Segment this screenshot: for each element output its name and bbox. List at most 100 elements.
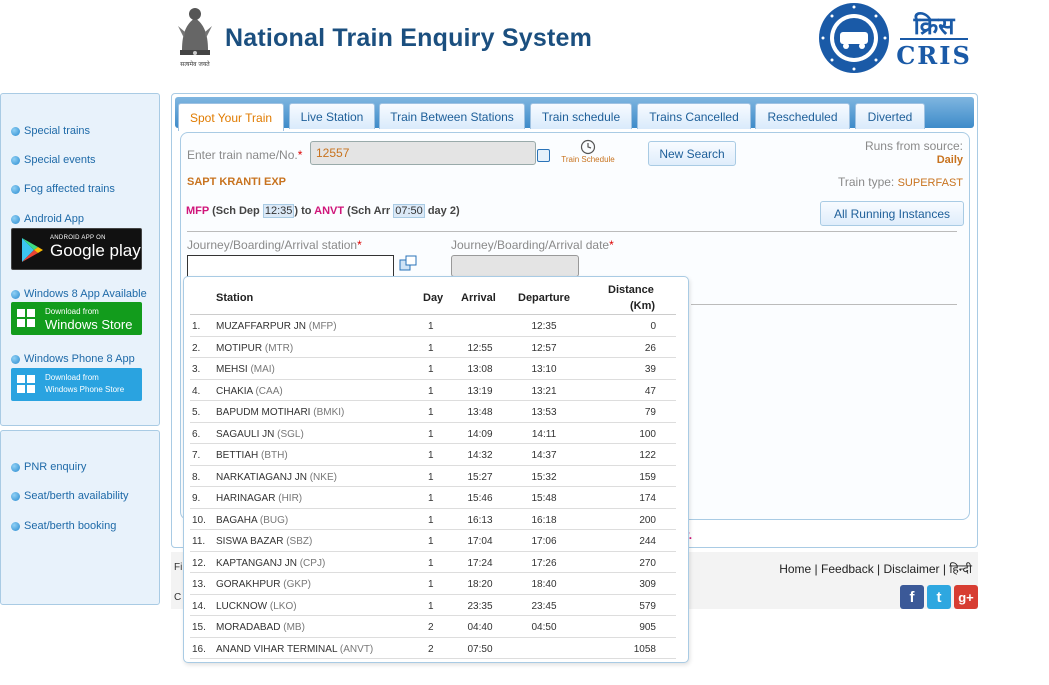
station-name: GORAKHPUR — [216, 579, 281, 590]
column-header-day: Day — [423, 292, 444, 304]
tab-spot-your-train[interactable]: Spot Your Train — [178, 103, 284, 131]
station-code: (BMKI) — [313, 407, 345, 418]
station-day: 1 — [428, 450, 434, 461]
windows-store-badge[interactable]: Download from Windows Store — [11, 302, 142, 335]
station-code: (MFP) — [308, 321, 337, 332]
bullet-icon — [11, 184, 20, 194]
station-departure: 14:11 — [531, 428, 557, 440]
station-distance: 47 — [644, 385, 656, 397]
station-code: (LKO) — [269, 600, 297, 612]
station-row[interactable]: 3. MEHSI (MAI) 1 13:08 13:10 39 — [190, 358, 676, 380]
station-index: 6. — [192, 428, 201, 440]
station-name: SISWA BAZAR — [216, 536, 284, 547]
sidebar-link-pnr-enquiry[interactable]: PNR enquiry — [11, 461, 86, 473]
footer-link-home[interactable]: Home — [779, 562, 811, 576]
svg-text:क्रिस: क्रिस — [913, 12, 956, 40]
station-row[interactable]: 15. MORADABAD (MB) 2 04:40 04:50 905 — [190, 616, 676, 638]
station-row[interactable]: 13. GORAKHPUR (GKP) 1 18:20 18:40 309 — [190, 573, 676, 595]
journey-station-input[interactable] — [187, 255, 394, 277]
sidebar-link-fog-affected[interactable]: Fog affected trains — [11, 183, 115, 195]
station-name-cell: ANAND VIHAR TERMINAL (ANVT) — [216, 644, 373, 655]
footer-link-disclaimer[interactable]: Disclaimer — [884, 562, 940, 576]
column-header-departure: Departure — [518, 292, 570, 304]
sidebar-link-label: Special trains — [24, 125, 91, 137]
swap-icon[interactable] — [537, 149, 550, 162]
sidebar-link-windows-phone-app[interactable]: Windows Phone 8 App — [11, 353, 135, 365]
station-name: ANAND VIHAR TERMINAL — [216, 643, 338, 655]
tab-live-station[interactable]: Live Station — [289, 103, 375, 129]
sidebar-link-special-trains[interactable]: Special trains — [11, 125, 90, 137]
station-row[interactable]: 10. BAGAHA (BUG) 1 16:13 16:18 200 — [190, 509, 676, 530]
facebook-icon[interactable]: f — [900, 585, 924, 609]
sidebar-link-android-app[interactable]: Android App — [11, 213, 84, 225]
station-row[interactable]: 14. LUCKNOW (LKO) 1 23:35 23:45 579 — [190, 595, 676, 616]
tab-diverted[interactable]: Diverted — [855, 103, 925, 129]
station-row[interactable]: 4. CHAKIA (CAA) 1 13:19 13:21 47 — [190, 380, 676, 401]
footer-link-hindi[interactable]: हिन्दी — [949, 562, 972, 576]
station-departure: 12:57 — [531, 342, 557, 354]
station-distance: 579 — [639, 600, 656, 612]
station-name-cell: LUCKNOW (LKO) — [216, 601, 297, 612]
bullet-icon — [11, 126, 20, 136]
station-row[interactable]: 7. BETTIAH (BTH) 1 14:32 14:37 122 — [190, 444, 676, 466]
station-arrival: 14:09 — [467, 428, 493, 440]
sidebar-link-label: Windows 8 App Available — [24, 288, 147, 300]
column-header-station: Station — [216, 292, 254, 304]
journey-date-input[interactable] — [451, 255, 579, 277]
station-row[interactable]: 6. SAGAULI JN (SGL) 1 14:09 14:11 100 — [190, 423, 676, 444]
station-row[interactable]: 2. MOTIPUR (MTR) 1 12:55 12:57 26 — [190, 337, 676, 358]
station-code: (CAA) — [255, 385, 283, 397]
play-icon — [22, 238, 43, 262]
station-distance: 309 — [639, 579, 656, 590]
tab-trains-cancelled[interactable]: Trains Cancelled — [637, 103, 751, 129]
footer-text-fragment: C — [174, 592, 182, 603]
badge-small-text: Download from — [45, 373, 99, 382]
google-plus-icon[interactable]: g+ — [954, 585, 978, 609]
new-search-button[interactable]: New Search — [648, 141, 736, 166]
journey-station-label: Journey/Boarding/Arrival station* — [187, 238, 362, 252]
station-index: 2. — [192, 342, 201, 354]
sidebar-link-seat-availability[interactable]: Seat/berth availability — [11, 490, 129, 502]
runs-from-value: Daily — [936, 154, 963, 166]
station-day: 2 — [428, 643, 434, 655]
station-row[interactable]: 8. NARKATIAGANJ JN (NKE) 1 15:27 15:32 159 — [190, 466, 676, 487]
station-arrival: 13:08 — [467, 364, 493, 375]
station-row[interactable]: 12. KAPTANGANJ JN (CPJ) 1 17:24 17:26 270 — [190, 552, 676, 573]
sidebar-link-seat-booking[interactable]: Seat/berth booking — [11, 520, 116, 532]
sidebar-link-special-events[interactable]: Special events — [11, 154, 96, 166]
windows-phone-store-badge[interactable]: Download from Windows Phone Store — [11, 368, 142, 401]
station-row[interactable]: 16. ANAND VIHAR TERMINAL (ANVT) 2 07:50 1058 — [190, 638, 676, 659]
station-dropdown: Station Day Arrival Departure Distance (… — [183, 276, 689, 663]
station-distance: 174 — [639, 493, 656, 504]
station-picker-icon[interactable] — [399, 255, 417, 271]
station-day: 1 — [428, 536, 434, 547]
clock-icon — [580, 139, 596, 155]
tab-train-schedule[interactable]: Train schedule — [530, 103, 632, 129]
station-row[interactable]: 1. MUZAFFARPUR JN (MFP) 1 12:35 0 — [190, 315, 676, 337]
cris-logo: क्रिस CRIS — [896, 12, 970, 68]
train-type: Train type: SUPERFAST — [838, 175, 963, 189]
station-row[interactable]: 5. BAPUDM MOTIHARI (BMKI) 1 13:48 13:53 79 — [190, 401, 676, 423]
tab-train-between-stations[interactable]: Train Between Stations — [379, 103, 525, 129]
sidebar-link-label: Windows Phone 8 App — [24, 353, 135, 365]
station-departure: 15:48 — [531, 493, 557, 504]
twitter-icon[interactable]: t — [927, 585, 951, 609]
station-departure: 13:21 — [531, 385, 557, 397]
station-row[interactable]: 9. HARINAGAR (HIR) 1 15:46 15:48 174 — [190, 487, 676, 509]
station-name: NARKATIAGANJ JN — [216, 471, 307, 483]
train-number-input[interactable] — [310, 141, 536, 165]
google-play-badge[interactable]: ANDROID APP ON Google play — [11, 228, 142, 270]
station-departure: 13:53 — [531, 407, 557, 418]
sidebar-link-windows8-app[interactable]: Windows 8 App Available — [11, 288, 147, 300]
station-name-cell: KAPTANGANJ JN (CPJ) — [216, 558, 325, 569]
station-day: 1 — [428, 342, 434, 354]
station-row[interactable]: 11. SISWA BAZAR (SBZ) 1 17:04 17:06 244 — [190, 530, 676, 552]
footer-link-feedback[interactable]: Feedback — [821, 562, 874, 576]
station-name-cell: MOTIPUR (MTR) — [216, 343, 293, 354]
all-running-instances-button[interactable]: All Running Instances — [820, 201, 964, 226]
station-departure: 23:45 — [531, 600, 557, 612]
train-schedule-link[interactable]: Train Schedule — [557, 139, 619, 164]
bullet-icon — [11, 462, 20, 472]
station-day: 1 — [428, 385, 434, 397]
tab-rescheduled[interactable]: Rescheduled — [755, 103, 850, 129]
